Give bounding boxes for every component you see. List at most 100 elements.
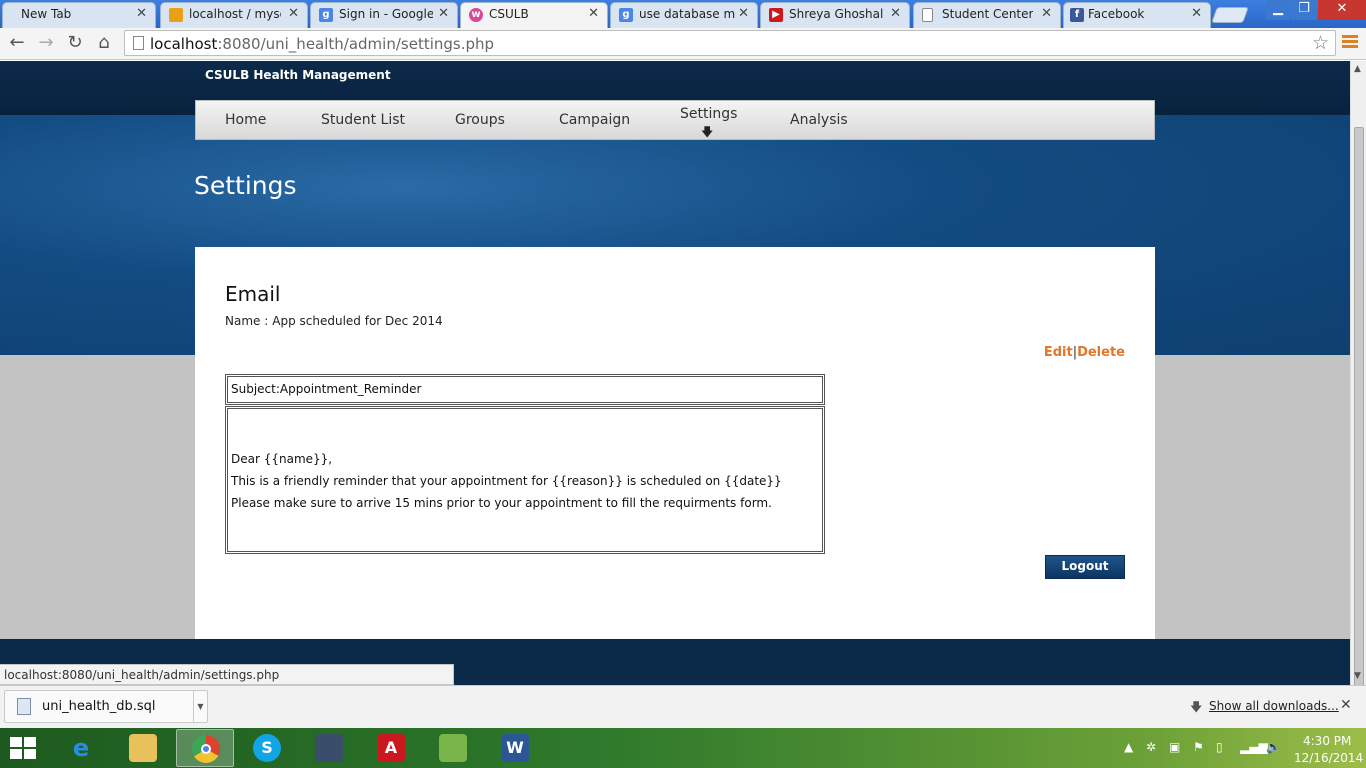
- close-icon[interactable]: ✕: [738, 6, 749, 21]
- download-item[interactable]: uni_health_db.sql ▼: [4, 690, 208, 723]
- google-icon: g: [319, 8, 333, 22]
- power-icon[interactable]: ▯: [1216, 740, 1223, 754]
- download-file-name: uni_health_db.sql: [42, 699, 156, 714]
- close-window-button[interactable]: ✕: [1318, 0, 1366, 20]
- email-body: Dear {{name}}, This is a friendly remind…: [225, 406, 825, 554]
- notepad-plus-icon[interactable]: [424, 729, 482, 767]
- windows-taskbar: e S A W ▲ ✲ ▣ ⚑ ▯ ▂▄▆ 🔈 4:30 PM 12/16/20…: [0, 728, 1366, 768]
- action-center-flag-icon[interactable]: ⚑: [1193, 740, 1204, 754]
- show-all-downloads-link[interactable]: Show all downloads...: [1209, 699, 1339, 713]
- nav-campaign[interactable]: Campaign: [559, 112, 630, 128]
- scroll-up-icon[interactable]: ▲: [1354, 64, 1361, 74]
- bookmark-star-icon[interactable]: ☆: [1312, 32, 1329, 54]
- nav-home[interactable]: Home: [225, 112, 266, 128]
- tab-facebook[interactable]: f Facebook ✕: [1063, 2, 1211, 28]
- address-bar[interactable]: localhost:8080/uni_health/admin/settings…: [124, 30, 1336, 56]
- tab-localhost-mysql[interactable]: localhost / mysql ✕: [160, 2, 308, 28]
- name-value: App scheduled for Dec 2014: [272, 314, 443, 328]
- close-icon[interactable]: ✕: [890, 6, 901, 21]
- tab-label: Shreya Ghoshal In: [789, 7, 885, 21]
- content-panel: Email Name : App scheduled for Dec 2014 E…: [195, 247, 1155, 659]
- youtube-icon: ▶: [769, 8, 783, 22]
- chrome-menu-icon[interactable]: [1342, 35, 1358, 51]
- tab-label: New Tab: [21, 7, 72, 21]
- download-arrow-icon: 🡇: [1190, 700, 1203, 714]
- word-icon[interactable]: W: [486, 729, 544, 767]
- file-icon: [17, 698, 31, 715]
- tab-label: Facebook: [1088, 7, 1145, 21]
- nav-groups[interactable]: Groups: [455, 112, 505, 128]
- file-explorer-icon[interactable]: [114, 729, 172, 767]
- tray-expand-icon[interactable]: ▲: [1124, 740, 1133, 754]
- reload-icon[interactable]: ↻: [64, 32, 86, 54]
- close-icon[interactable]: ✕: [588, 6, 599, 21]
- tray-app-icon[interactable]: ▣: [1169, 740, 1180, 754]
- tab-student-center[interactable]: Student Center ✕: [913, 2, 1061, 28]
- scroll-down-icon[interactable]: ▼: [1354, 671, 1361, 681]
- page-viewport: CSULB Health Management Home Student Lis…: [0, 61, 1350, 685]
- section-heading: Email: [225, 282, 281, 306]
- network-signal-icon[interactable]: ▂▄▆: [1240, 740, 1268, 754]
- main-nav: Home Student List Groups Campaign Settin…: [195, 100, 1155, 140]
- windows-start-icon[interactable]: [10, 737, 38, 761]
- edit-link[interactable]: Edit: [1044, 345, 1073, 360]
- tray-app-icon[interactable]: ✲: [1146, 740, 1156, 754]
- tab-label: use database mysql: [639, 7, 735, 21]
- tab-label: Student Center: [942, 7, 1034, 21]
- close-icon[interactable]: ✕: [1041, 6, 1052, 21]
- csulb-icon: w: [469, 8, 483, 22]
- skype-icon[interactable]: S: [238, 729, 296, 767]
- close-icon[interactable]: ✕: [288, 6, 299, 21]
- browser-tabstrip: New Tab ✕ localhost / mysql ✕ g Sign in …: [0, 0, 1366, 29]
- tab-new-tab[interactable]: New Tab ✕: [2, 2, 156, 28]
- minimize-button[interactable]: ▁: [1266, 0, 1290, 20]
- body-line: Please make sure to arrive 15 mins prior…: [231, 496, 772, 510]
- new-tab-button[interactable]: [1211, 7, 1249, 23]
- forward-arrow-icon[interactable]: →: [35, 32, 57, 54]
- tab-csulb[interactable]: w CSULB ✕: [460, 2, 608, 29]
- arrow-down-icon: 🡇: [701, 125, 714, 139]
- google-icon: g: [619, 8, 633, 22]
- email-template-name: Name : App scheduled for Dec 2014: [225, 314, 443, 328]
- volume-icon[interactable]: 🔈: [1266, 740, 1281, 754]
- body-line: This is a friendly reminder that your ap…: [231, 474, 782, 488]
- tab-use-database[interactable]: g use database mysql ✕: [610, 2, 758, 28]
- close-icon[interactable]: ✕: [438, 6, 449, 21]
- vertical-scrollbar[interactable]: ▲ ▼: [1350, 61, 1366, 687]
- tab-label: Sign in - Google A: [339, 7, 433, 21]
- site-brand: CSULB Health Management: [205, 68, 391, 82]
- address-url: localhost:8080/uni_health/admin/settings…: [150, 35, 495, 53]
- tab-youtube[interactable]: ▶ Shreya Ghoshal In ✕: [760, 2, 910, 28]
- nav-settings[interactable]: Settings: [680, 106, 737, 122]
- template-actions: Edit|Delete: [1044, 345, 1125, 360]
- body-line: Dear {{name}},: [231, 452, 333, 466]
- page-title: Settings: [194, 171, 297, 200]
- back-arrow-icon[interactable]: ←: [6, 32, 28, 54]
- home-icon[interactable]: ⌂: [93, 32, 115, 54]
- tab-label: CSULB: [489, 7, 529, 21]
- clock-time[interactable]: 4:30 PM: [1303, 734, 1351, 748]
- scrollbar-thumb[interactable]: [1354, 127, 1364, 687]
- delete-link[interactable]: Delete: [1077, 345, 1125, 360]
- page-icon: [133, 36, 144, 50]
- page-icon: [922, 8, 933, 22]
- clock-date[interactable]: 12/16/2014: [1294, 751, 1363, 765]
- status-url-bubble: localhost:8080/uni_health/admin/settings…: [0, 664, 454, 685]
- chevron-down-icon[interactable]: ▼: [193, 691, 207, 722]
- tab-google-signin[interactable]: g Sign in - Google A ✕: [310, 2, 458, 28]
- nav-analysis[interactable]: Analysis: [790, 112, 848, 128]
- restore-button[interactable]: ❐: [1291, 0, 1317, 20]
- facebook-icon: f: [1070, 8, 1084, 22]
- download-shelf: uni_health_db.sql ▼ 🡇 Show all downloads…: [0, 685, 1366, 728]
- acrobat-reader-icon[interactable]: A: [362, 729, 420, 767]
- close-icon[interactable]: ✕: [136, 6, 147, 21]
- email-subject: Subject:Appointment_Reminder: [225, 374, 825, 405]
- logout-button[interactable]: Logout: [1045, 555, 1125, 579]
- name-label: Name :: [225, 314, 269, 328]
- chrome-icon[interactable]: [176, 729, 234, 767]
- internet-explorer-icon[interactable]: e: [52, 729, 110, 767]
- nav-student-list[interactable]: Student List: [321, 112, 405, 128]
- close-icon[interactable]: ✕: [1191, 6, 1202, 21]
- network-app-icon[interactable]: [300, 729, 358, 767]
- close-icon[interactable]: ✕: [1340, 697, 1352, 713]
